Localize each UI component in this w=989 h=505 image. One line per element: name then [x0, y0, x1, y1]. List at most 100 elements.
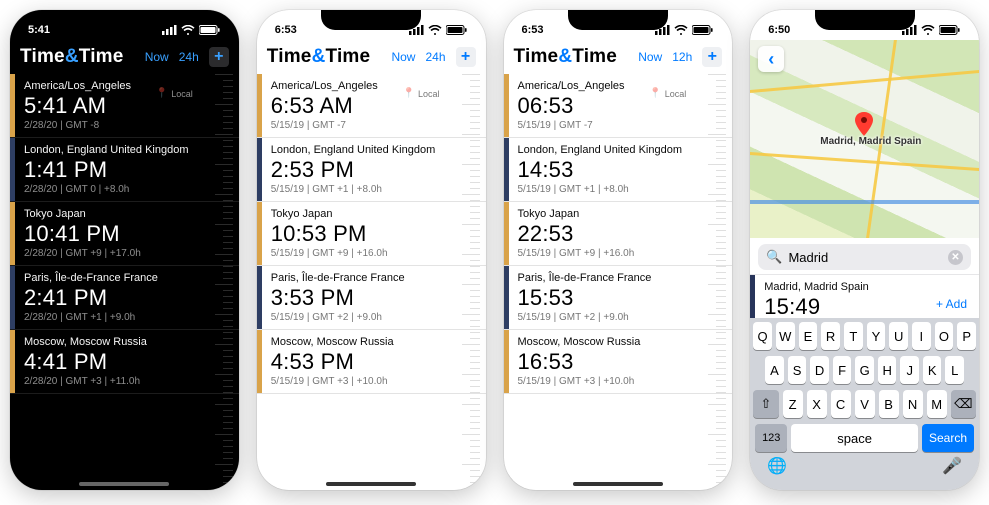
mic-key[interactable]: 🎤	[942, 456, 962, 476]
back-button[interactable]: ‹	[758, 46, 784, 72]
space-key[interactable]: space	[791, 424, 918, 452]
key[interactable]: Z	[783, 390, 803, 418]
key[interactable]: I	[912, 322, 931, 350]
now-button[interactable]: Now	[391, 50, 415, 64]
globe-key[interactable]: 🌐	[767, 456, 787, 476]
clear-button[interactable]: ✕	[948, 250, 963, 265]
clock-row[interactable]: Tokyo Japan10:53 PM5/15/19 | GMT +9 | +1…	[257, 202, 486, 266]
key[interactable]: R	[821, 322, 840, 350]
clock-list[interactable]: America/Los_Angeles6:53 AM5/15/19 | GMT …	[257, 74, 486, 394]
city-label: America/Los_Angeles	[518, 80, 723, 92]
row-stripe	[257, 330, 262, 393]
search-key[interactable]: Search	[922, 424, 974, 452]
app-title: Time&Time	[20, 46, 124, 68]
key[interactable]: J	[900, 356, 919, 384]
clock-list[interactable]: America/Los_Angeles06:535/15/19 | GMT -7…	[504, 74, 733, 394]
map-pin-label: Madrid, Madrid Spain	[820, 136, 921, 147]
now-button[interactable]: Now	[145, 50, 169, 64]
clock-row[interactable]: Moscow, Moscow Russia4:53 PM5/15/19 | GM…	[257, 330, 486, 394]
status-clock: 6:53	[275, 24, 297, 36]
pin-icon: 📍	[649, 88, 661, 99]
key[interactable]: A	[765, 356, 784, 384]
key[interactable]: F	[833, 356, 852, 384]
key[interactable]: Q	[753, 322, 772, 350]
clock-row[interactable]: America/Los_Angeles6:53 AM5/15/19 | GMT …	[257, 74, 486, 138]
key[interactable]: U	[889, 322, 908, 350]
meta-label: 2/28/20 | GMT 0 | +8.0h	[24, 184, 229, 195]
shift-key[interactable]: ⇧	[753, 390, 778, 418]
key[interactable]: H	[878, 356, 897, 384]
key[interactable]: K	[923, 356, 942, 384]
clock-row[interactable]: America/Los_Angeles5:41 AM2/28/20 | GMT …	[10, 74, 239, 138]
app-title: Time&Time	[514, 46, 618, 68]
clock-row[interactable]: Tokyo Japan10:41 PM2/28/20 | GMT +9 | +1…	[10, 202, 239, 266]
key[interactable]: S	[788, 356, 807, 384]
meta-label: 5/15/19 | GMT +9 | +16.0h	[271, 248, 476, 259]
row-stripe	[257, 138, 262, 201]
add-button[interactable]: +	[456, 47, 476, 67]
home-indicator	[79, 482, 169, 486]
row-stripe	[504, 138, 509, 201]
clock-row[interactable]: London, England United Kingdom2:53 PM5/1…	[257, 138, 486, 202]
hour-mode-button[interactable]: 12h	[672, 50, 692, 64]
key[interactable]: N	[903, 390, 923, 418]
map-view[interactable]: ‹ Madrid, Madrid Spain	[750, 40, 979, 238]
clock-row[interactable]: Moscow, Moscow Russia4:41 PM2/28/20 | GM…	[10, 330, 239, 394]
backspace-key[interactable]: ⌫	[951, 390, 976, 418]
clock-row[interactable]: America/Los_Angeles06:535/15/19 | GMT -7…	[504, 74, 733, 138]
meta-label: 2/28/20 | GMT +9 | +17.0h	[24, 248, 229, 259]
row-stripe	[10, 266, 15, 329]
key[interactable]: L	[945, 356, 964, 384]
key[interactable]: E	[799, 322, 818, 350]
now-button[interactable]: Now	[638, 50, 662, 64]
row-stripe	[257, 266, 262, 329]
clock-row[interactable]: Paris, Île-de-France France15:535/15/19 …	[504, 266, 733, 330]
key[interactable]: Y	[867, 322, 886, 350]
meta-label: 5/15/19 | GMT -7	[518, 120, 723, 131]
time-label: 1:41 PM	[24, 157, 229, 183]
add-city-button[interactable]: + Add	[936, 297, 967, 311]
city-label: Moscow, Moscow Russia	[24, 336, 229, 348]
hour-mode-button[interactable]: 24h	[179, 50, 199, 64]
key[interactable]: P	[957, 322, 976, 350]
row-stripe	[10, 330, 15, 393]
search-input[interactable]: Madrid	[788, 250, 942, 265]
key[interactable]: T	[844, 322, 863, 350]
device-notch	[815, 10, 915, 30]
battery-icon	[199, 25, 221, 35]
clock-row[interactable]: Paris, Île-de-France France3:53 PM5/15/1…	[257, 266, 486, 330]
local-indicator: 📍Local	[649, 88, 686, 99]
key[interactable]: M	[927, 390, 947, 418]
wifi-icon	[181, 25, 195, 35]
clock-row[interactable]: London, England United Kingdom14:535/15/…	[504, 138, 733, 202]
key[interactable]: W	[776, 322, 795, 350]
meta-label: 2/28/20 | GMT -8	[24, 120, 229, 131]
map-pin-icon[interactable]	[854, 112, 874, 132]
key[interactable]: C	[831, 390, 851, 418]
wifi-icon	[921, 25, 935, 35]
key[interactable]: O	[935, 322, 954, 350]
key[interactable]: B	[879, 390, 899, 418]
local-indicator: 📍Local	[403, 88, 440, 99]
add-button[interactable]: +	[702, 47, 722, 67]
clock-row[interactable]: Paris, Île-de-France France2:41 PM2/28/2…	[10, 266, 239, 330]
numeric-key[interactable]: 123	[755, 424, 787, 452]
clock-row[interactable]: London, England United Kingdom1:41 PM2/2…	[10, 138, 239, 202]
key[interactable]: X	[807, 390, 827, 418]
key[interactable]: V	[855, 390, 875, 418]
city-label: Tokyo Japan	[518, 208, 723, 220]
time-label: 10:53 PM	[271, 221, 476, 247]
clock-list[interactable]: America/Los_Angeles5:41 AM2/28/20 | GMT …	[10, 74, 239, 394]
app-header: Time&Time Now 24h +	[10, 40, 239, 74]
hour-mode-button[interactable]: 24h	[425, 50, 445, 64]
row-stripe	[257, 74, 262, 137]
key[interactable]: G	[855, 356, 874, 384]
clock-row[interactable]: Moscow, Moscow Russia16:535/15/19 | GMT …	[504, 330, 733, 394]
search-bar[interactable]: 🔍Madrid✕	[758, 244, 971, 270]
key[interactable]: D	[810, 356, 829, 384]
add-button[interactable]: +	[209, 47, 229, 67]
clock-row[interactable]: Tokyo Japan22:535/15/19 | GMT +9 | +16.0…	[504, 202, 733, 266]
time-label: 2:41 PM	[24, 285, 229, 311]
screenshot-phone: 6:53 Time&TimeNow24h+America/Los_Angeles…	[257, 10, 486, 490]
meta-label: 5/15/19 | GMT +9 | +16.0h	[518, 248, 723, 259]
